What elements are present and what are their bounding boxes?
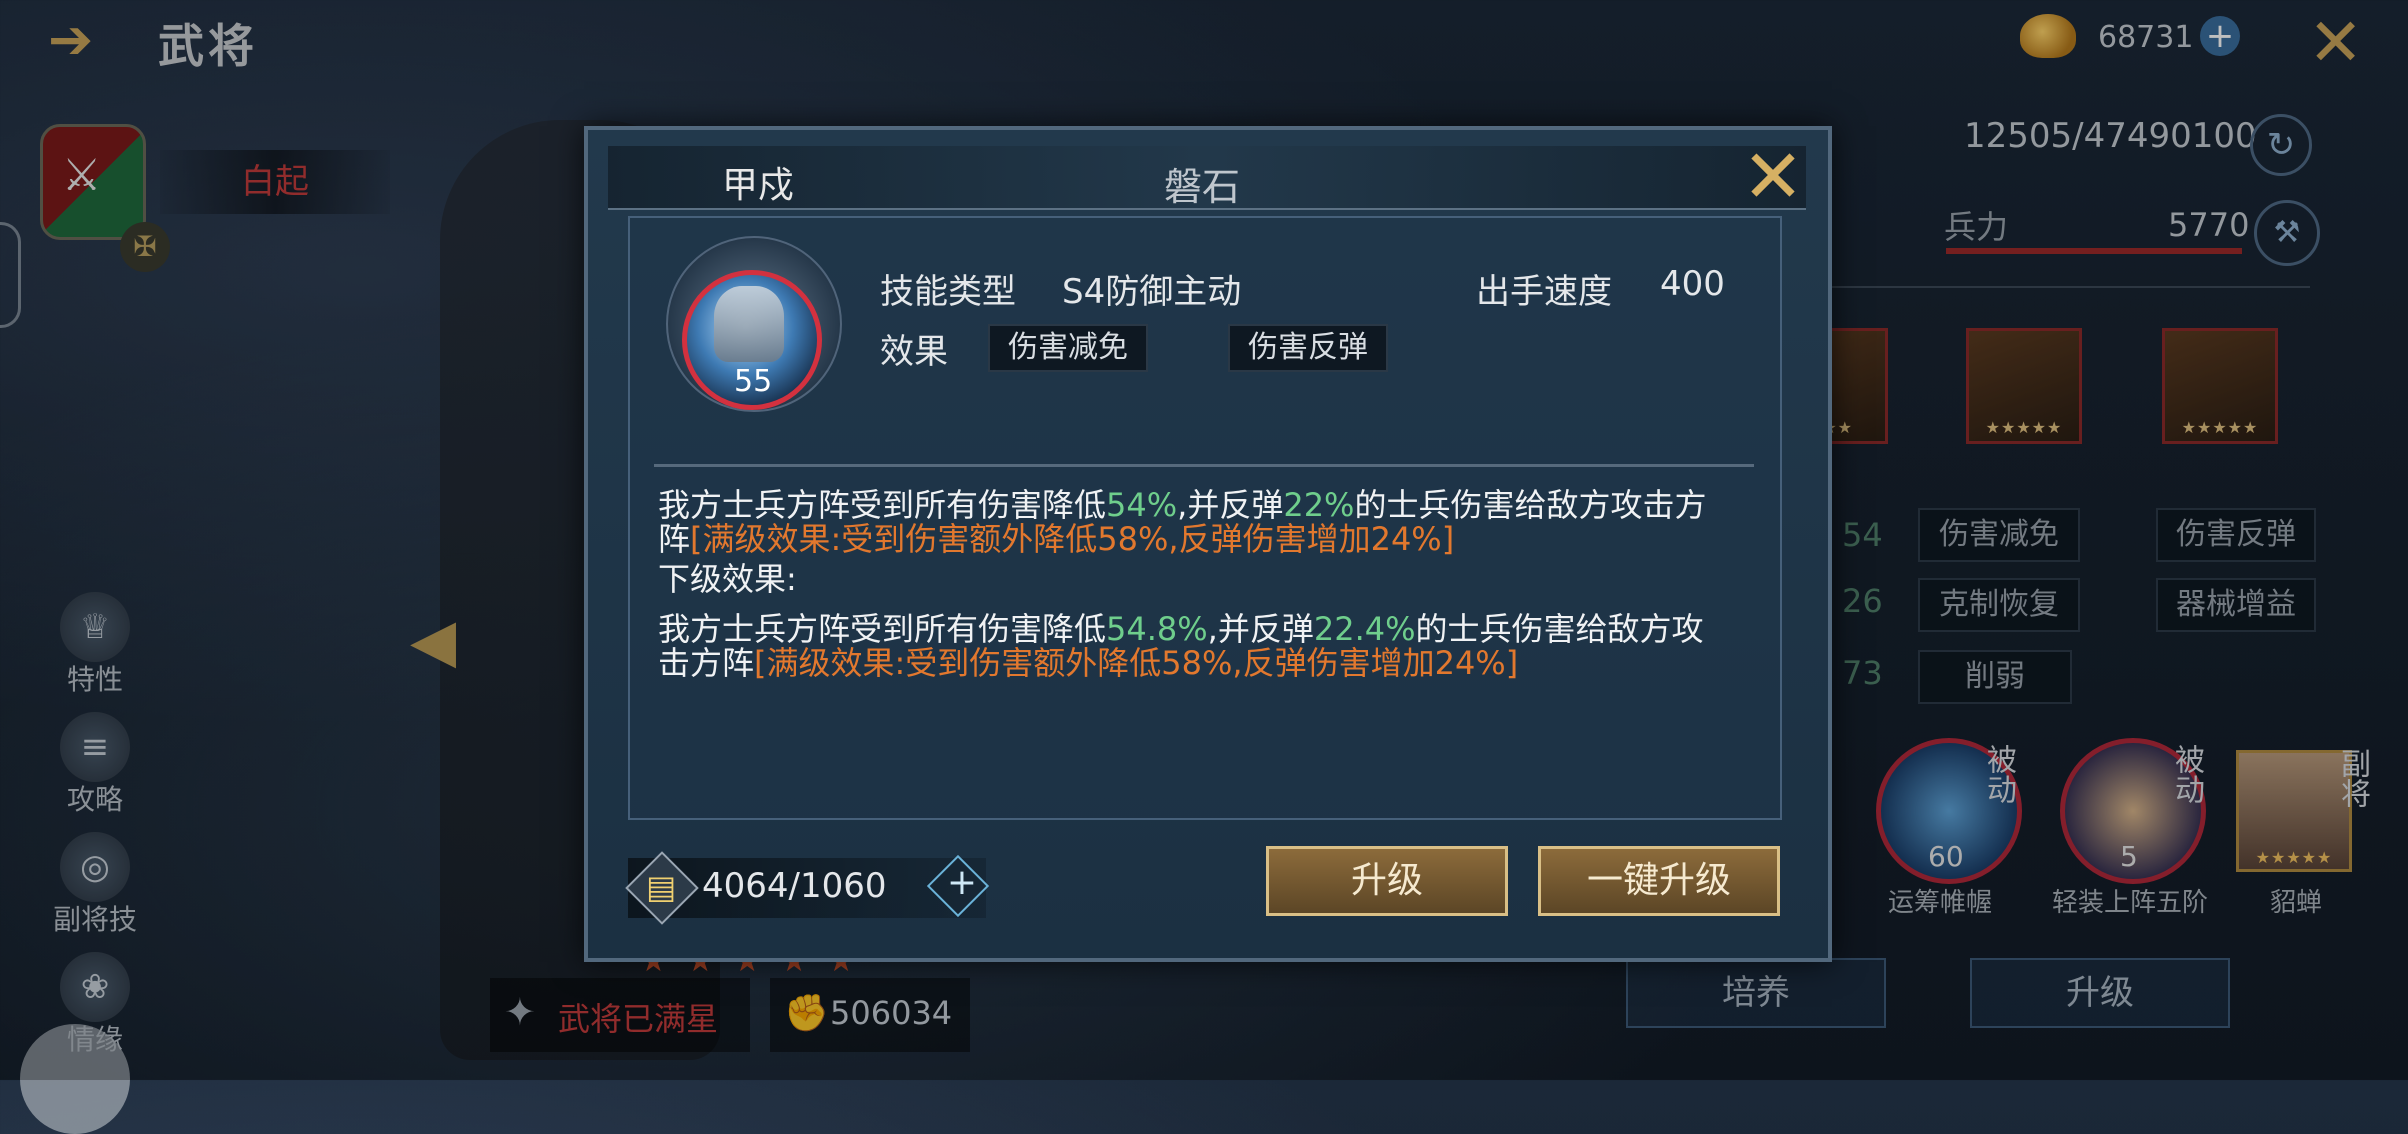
separator [654, 464, 1754, 467]
one-key-upgrade-button[interactable]: 一键升级 [1538, 846, 1780, 916]
dialog-title: 磐石 [1164, 165, 1241, 209]
speed-label: 出手速度 [1476, 272, 1612, 312]
close-icon[interactable]: ✕ [1742, 140, 1804, 214]
effect-tag: 伤害减免 [988, 324, 1148, 372]
plus-icon[interactable]: + [942, 862, 982, 903]
skill-figure [714, 286, 784, 362]
current-effect-description: 我方士兵方阵受到所有伤害降低54%,并反弹22%的士兵伤害给敌方攻击方 阵[满级… [658, 486, 1707, 558]
effect-label: 效果 [880, 332, 948, 372]
skill-book-icon: ▤ [646, 868, 677, 906]
next-level-label: 下级效果: [658, 560, 797, 598]
speed-value: 400 [1660, 264, 1725, 304]
next-effect-description: 我方士兵方阵受到所有伤害降低54.8%,并反弹22.4%的士兵伤害给敌方攻 击方… [658, 610, 1704, 682]
skill-level: 55 [734, 364, 773, 399]
skill-book-value: 4064/1060 [702, 866, 887, 906]
dialog-tab-label: 甲戍 [722, 165, 795, 206]
skill-type-label: 技能类型 [880, 272, 1016, 312]
skill-type-value: S4防御主动 [1062, 272, 1242, 312]
effect-tag: 伤害反弹 [1228, 324, 1388, 372]
upgrade-button[interactable]: 升级 [1266, 846, 1508, 916]
